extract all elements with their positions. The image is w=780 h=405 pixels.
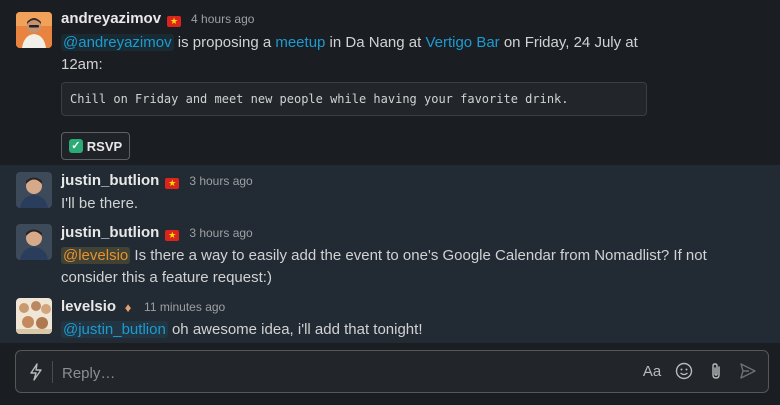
meetup-link[interactable]: meetup	[275, 34, 325, 51]
username[interactable]: justin_butlion	[61, 172, 159, 189]
avatar[interactable]	[16, 298, 52, 334]
username[interactable]: levelsio	[61, 298, 116, 315]
text-segment: Is there a way to easily add the event t…	[61, 247, 707, 286]
user-mention[interactable]: @andreyazimov	[61, 34, 174, 51]
code-block: Chill on Friday and meet new people whil…	[61, 82, 647, 116]
text-segment: in Da Nang at	[325, 34, 426, 51]
rsvp-button[interactable]: ✓ RSVP	[61, 132, 130, 160]
check-mark-icon: ✓	[68, 139, 83, 153]
message-text: @andreyazimov is proposing a meetup in D…	[61, 32, 760, 76]
avatar[interactable]	[16, 12, 52, 48]
avatar[interactable]	[16, 224, 52, 260]
timestamp[interactable]: 3 hours ago	[189, 226, 252, 240]
vietnam-flag-icon: ★	[165, 230, 180, 241]
message-text: @levelsio Is there a way to easily add t…	[61, 245, 760, 289]
reply-input[interactable]	[60, 358, 584, 388]
vietnam-flag-icon: ★	[167, 16, 182, 27]
username[interactable]: justin_butlion	[61, 224, 159, 241]
venue-link[interactable]: Vertigo Bar	[425, 34, 499, 51]
status-emoji-icon: ♦	[124, 300, 132, 315]
username[interactable]: andreyazimov	[61, 10, 161, 27]
text-segment: 12am:	[61, 56, 103, 73]
lightning-icon[interactable]	[28, 363, 44, 381]
text-segment: is proposing a	[173, 34, 276, 51]
rsvp-label: RSVP	[86, 138, 123, 154]
timestamp[interactable]: 11 minutes ago	[144, 300, 225, 314]
user-mention[interactable]: @levelsio	[61, 247, 131, 264]
message-text: I'll be there.	[61, 195, 139, 212]
send-icon[interactable]	[738, 362, 758, 382]
divider	[52, 361, 53, 383]
reply-composer: Aa	[15, 350, 769, 393]
user-mention[interactable]: @justin_butlion	[61, 321, 168, 338]
timestamp[interactable]: 4 hours ago	[191, 12, 254, 26]
message-text: @justin_butlion oh awesome idea, i'll ad…	[61, 319, 760, 341]
text-segment: on Friday, 24 July at	[499, 34, 638, 51]
avatar[interactable]	[16, 172, 52, 208]
text-segment: oh awesome idea, i'll add that tonight!	[167, 321, 423, 338]
vietnam-flag-icon: ★	[165, 178, 180, 189]
attach-icon[interactable]	[706, 362, 726, 382]
emoji-icon[interactable]	[674, 362, 694, 382]
timestamp[interactable]: 3 hours ago	[189, 174, 252, 188]
format-text-icon[interactable]: Aa	[640, 362, 664, 382]
